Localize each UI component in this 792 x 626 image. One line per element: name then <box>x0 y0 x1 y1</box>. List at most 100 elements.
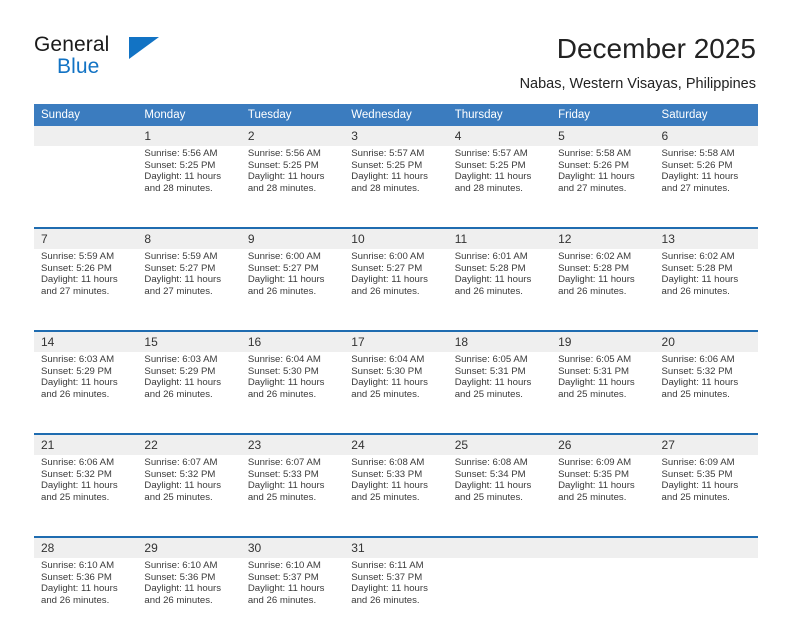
day-number[interactable]: 8 <box>137 229 241 249</box>
day-cell <box>447 558 552 626</box>
day-cell[interactable]: Sunrise: 5:59 AM Sunset: 5:27 PM Dayligh… <box>137 249 241 317</box>
daylight-text-line2: and 25 minutes. <box>454 388 523 400</box>
weekday-header-wednesday: Wednesday <box>344 104 448 126</box>
general-blue-logo[interactable]: General Blue <box>34 33 164 81</box>
day-cell[interactable]: Sunrise: 6:09 AM Sunset: 5:35 PM Dayligh… <box>654 455 758 523</box>
sunset-text: Sunset: 5:30 PM <box>247 365 319 377</box>
daylight-text-line1: Daylight: 11 hours <box>351 480 428 492</box>
week-row-daynumbers: 14 15 16 17 18 19 20 <box>34 332 758 352</box>
day-number[interactable]: 23 <box>240 435 345 455</box>
daylight-text-line1: Daylight: 11 hours <box>144 171 222 183</box>
weekday-header-thursday: Thursday <box>447 104 552 126</box>
day-cell[interactable]: Sunrise: 6:11 AM Sunset: 5:37 PM Dayligh… <box>344 558 448 626</box>
day-number[interactable]: 3 <box>344 126 448 146</box>
sunset-text: Sunset: 5:25 PM <box>351 159 423 171</box>
day-cell[interactable]: Sunrise: 6:00 AM Sunset: 5:27 PM Dayligh… <box>344 249 448 317</box>
day-number[interactable] <box>654 538 758 558</box>
daylight-text-line1: Daylight: 11 hours <box>247 377 325 389</box>
day-number[interactable]: 5 <box>551 126 655 146</box>
day-number[interactable]: 19 <box>551 332 655 352</box>
day-number[interactable] <box>447 538 552 558</box>
day-cell[interactable]: Sunrise: 5:57 AM Sunset: 5:25 PM Dayligh… <box>447 146 552 214</box>
day-cell[interactable]: Sunrise: 6:07 AM Sunset: 5:33 PM Dayligh… <box>240 455 345 523</box>
day-cell[interactable]: Sunrise: 6:06 AM Sunset: 5:32 PM Dayligh… <box>654 352 758 420</box>
day-cell[interactable]: Sunrise: 6:02 AM Sunset: 5:28 PM Dayligh… <box>551 249 655 317</box>
daylight-text-line1: Daylight: 11 hours <box>144 274 222 286</box>
day-cell[interactable]: Sunrise: 5:56 AM Sunset: 5:25 PM Dayligh… <box>137 146 241 214</box>
day-number[interactable]: 27 <box>654 435 758 455</box>
day-number[interactable]: 2 <box>240 126 345 146</box>
day-number[interactable]: 31 <box>344 538 448 558</box>
week-row-details: Sunrise: 6:06 AM Sunset: 5:32 PM Dayligh… <box>34 455 758 523</box>
day-cell[interactable]: Sunrise: 6:08 AM Sunset: 5:33 PM Dayligh… <box>344 455 448 523</box>
day-number[interactable]: 29 <box>137 538 241 558</box>
week-row-details: Sunrise: 6:03 AM Sunset: 5:29 PM Dayligh… <box>34 352 758 420</box>
day-cell[interactable]: Sunrise: 6:01 AM Sunset: 5:28 PM Dayligh… <box>447 249 552 317</box>
sunrise-text: Sunrise: 6:10 AM <box>144 560 218 571</box>
day-number[interactable]: 28 <box>34 538 138 558</box>
day-number[interactable]: 24 <box>344 435 448 455</box>
day-cell[interactable]: Sunrise: 6:07 AM Sunset: 5:32 PM Dayligh… <box>137 455 241 523</box>
day-number[interactable]: 7 <box>34 229 138 249</box>
sunrise-text: Sunrise: 6:03 AM <box>144 354 218 365</box>
day-cell[interactable]: Sunrise: 6:05 AM Sunset: 5:31 PM Dayligh… <box>447 352 552 420</box>
sunrise-text: Sunrise: 6:10 AM <box>247 560 321 571</box>
day-number[interactable] <box>34 126 138 146</box>
sunset-text: Sunset: 5:28 PM <box>454 262 526 274</box>
sunset-text: Sunset: 5:34 PM <box>454 468 526 480</box>
week-spacer <box>34 317 758 330</box>
day-number[interactable]: 9 <box>240 229 345 249</box>
day-number[interactable]: 15 <box>137 332 241 352</box>
day-number[interactable]: 14 <box>34 332 138 352</box>
day-number[interactable]: 30 <box>240 538 345 558</box>
day-number[interactable]: 1 <box>137 126 241 146</box>
day-number[interactable]: 25 <box>447 435 552 455</box>
day-cell[interactable]: Sunrise: 6:04 AM Sunset: 5:30 PM Dayligh… <box>344 352 448 420</box>
day-cell[interactable]: Sunrise: 5:57 AM Sunset: 5:25 PM Dayligh… <box>344 146 448 214</box>
day-cell[interactable]: Sunrise: 6:05 AM Sunset: 5:31 PM Dayligh… <box>551 352 655 420</box>
sunset-text: Sunset: 5:31 PM <box>454 365 526 377</box>
day-cell[interactable]: Sunrise: 5:59 AM Sunset: 5:26 PM Dayligh… <box>34 249 138 317</box>
day-cell[interactable]: Sunrise: 6:10 AM Sunset: 5:37 PM Dayligh… <box>240 558 345 626</box>
day-cell[interactable]: Sunrise: 6:03 AM Sunset: 5:29 PM Dayligh… <box>137 352 241 420</box>
day-number[interactable]: 16 <box>240 332 345 352</box>
day-cell <box>34 146 138 214</box>
daylight-text-line1: Daylight: 11 hours <box>454 377 532 389</box>
day-number[interactable]: 21 <box>34 435 138 455</box>
daylight-text-line1: Daylight: 11 hours <box>144 377 222 389</box>
day-number[interactable] <box>551 538 655 558</box>
day-cell[interactable]: Sunrise: 6:10 AM Sunset: 5:36 PM Dayligh… <box>137 558 241 626</box>
day-cell[interactable]: Sunrise: 6:08 AM Sunset: 5:34 PM Dayligh… <box>447 455 552 523</box>
daylight-text-line2: and 28 minutes. <box>454 182 523 194</box>
day-cell[interactable]: Sunrise: 6:04 AM Sunset: 5:30 PM Dayligh… <box>240 352 345 420</box>
day-number[interactable]: 20 <box>654 332 758 352</box>
sunset-text: Sunset: 5:37 PM <box>247 571 319 583</box>
week-row-daynumbers: 21 22 23 24 25 26 27 <box>34 435 758 455</box>
day-number[interactable]: 11 <box>447 229 552 249</box>
day-number[interactable]: 12 <box>551 229 655 249</box>
sunrise-text: Sunrise: 6:10 AM <box>41 560 115 571</box>
day-cell[interactable]: Sunrise: 6:06 AM Sunset: 5:32 PM Dayligh… <box>34 455 138 523</box>
day-cell[interactable]: Sunrise: 6:09 AM Sunset: 5:35 PM Dayligh… <box>551 455 655 523</box>
daylight-text-line2: and 27 minutes. <box>41 285 110 297</box>
day-number[interactable]: 10 <box>344 229 448 249</box>
day-cell[interactable]: Sunrise: 5:58 AM Sunset: 5:26 PM Dayligh… <box>654 146 758 214</box>
day-number[interactable]: 13 <box>654 229 758 249</box>
day-number[interactable]: 4 <box>447 126 552 146</box>
day-cell[interactable]: Sunrise: 5:58 AM Sunset: 5:26 PM Dayligh… <box>551 146 655 214</box>
day-number[interactable]: 17 <box>344 332 448 352</box>
day-number[interactable]: 22 <box>137 435 241 455</box>
day-number[interactable]: 6 <box>654 126 758 146</box>
day-number[interactable]: 26 <box>551 435 655 455</box>
calendar-grid: Sunday Monday Tuesday Wednesday Thursday… <box>34 104 758 626</box>
day-cell[interactable]: Sunrise: 6:10 AM Sunset: 5:36 PM Dayligh… <box>34 558 138 626</box>
sunset-text: Sunset: 5:28 PM <box>558 262 630 274</box>
weekday-header-sunday: Sunday <box>34 104 138 126</box>
day-cell[interactable]: Sunrise: 6:03 AM Sunset: 5:29 PM Dayligh… <box>34 352 138 420</box>
week-spacer <box>34 523 758 536</box>
day-cell[interactable]: Sunrise: 5:56 AM Sunset: 5:25 PM Dayligh… <box>240 146 345 214</box>
daylight-text-line2: and 25 minutes. <box>247 491 317 503</box>
day-cell[interactable]: Sunrise: 6:02 AM Sunset: 5:28 PM Dayligh… <box>654 249 758 317</box>
day-cell[interactable]: Sunrise: 6:00 AM Sunset: 5:27 PM Dayligh… <box>240 249 345 317</box>
day-number[interactable]: 18 <box>447 332 552 352</box>
